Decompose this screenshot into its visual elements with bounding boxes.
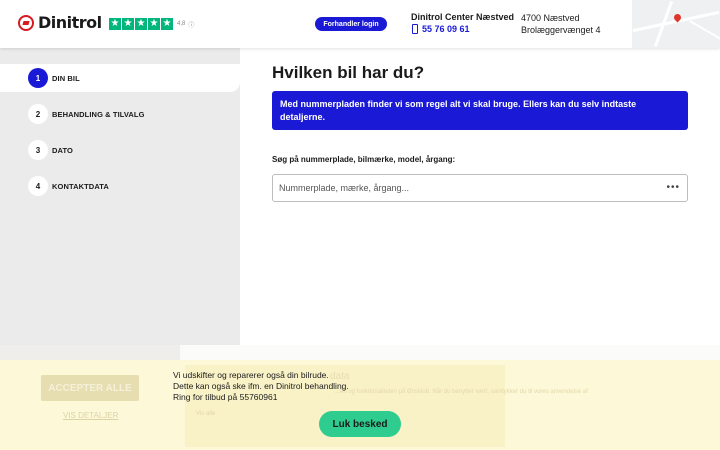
step-label: DIN BIL xyxy=(52,73,80,83)
site-header: Dinitrol ★ ★ ★ ★ ★ 4,8 ⓘ Forhandler logi… xyxy=(0,0,720,48)
message-line: Dette kan også ske ifm. en Dinitrol beha… xyxy=(173,381,349,391)
car-search-box[interactable]: ••• xyxy=(272,174,688,202)
dinitrol-logo[interactable]: Dinitrol xyxy=(18,13,102,32)
page-title: Hvilken bil har du? xyxy=(272,63,425,82)
show-details-link[interactable]: VIS DETALJER xyxy=(63,411,118,420)
step-number: 1 xyxy=(28,68,48,88)
center-address: 4700 Næstved Brolæggervænget 4 xyxy=(521,12,601,36)
announcement-message: Vi udskifter og reparerer også din bilru… xyxy=(173,370,349,403)
trustpilot-rating[interactable]: ★ ★ ★ ★ ★ 4,8 ⓘ xyxy=(109,18,194,30)
message-line: Ring for tilbud på 55760961 xyxy=(173,392,278,402)
show-all-link[interactable]: Vis alle xyxy=(196,411,215,417)
info-icon: ⓘ xyxy=(188,22,195,29)
step-label: KONTAKTDATA xyxy=(52,181,109,191)
step-number: 4 xyxy=(28,176,48,196)
step-label: BEHANDLING & TILVALG xyxy=(52,109,145,119)
more-options-icon[interactable]: ••• xyxy=(666,182,680,193)
step-dato[interactable]: 3 DATO xyxy=(28,140,73,160)
step-number: 2 xyxy=(28,104,48,124)
center-name: Dinitrol Center Næstved xyxy=(411,12,515,22)
car-search-input[interactable] xyxy=(273,175,653,201)
address-line2: Brolæggervænget 4 xyxy=(521,25,601,35)
step-din-bil[interactable]: 1 DIN BIL xyxy=(28,68,80,88)
search-label: Søg på nummerplade, bilmærke, model, årg… xyxy=(272,155,456,164)
step-behandling[interactable]: 2 BEHANDLING & TILVALG xyxy=(28,104,145,124)
address-line1: 4700 Næstved xyxy=(521,13,580,23)
phone-number: 55 76 09 61 xyxy=(422,24,470,34)
location-map[interactable] xyxy=(632,0,720,48)
star-icon: ★ xyxy=(135,18,147,30)
phone-link[interactable]: 55 76 09 61 xyxy=(412,24,470,34)
cookie-text: ...en og funktionaliteten på Ønsklub. Nå… xyxy=(335,389,588,395)
star-icon: ★ xyxy=(161,18,173,30)
step-kontaktdata[interactable]: 4 KONTAKTDATA xyxy=(28,176,109,196)
close-message-button[interactable]: Luk besked xyxy=(319,411,401,437)
dealer-login-button[interactable]: Forhandler login xyxy=(315,17,387,31)
step-number: 3 xyxy=(28,140,48,160)
star-icon: ★ xyxy=(148,18,160,30)
trust-score: 4,8 xyxy=(177,21,186,27)
message-line: Vi udskifter og reparerer også din bilru… xyxy=(173,370,329,380)
step-label: DATO xyxy=(52,145,73,155)
step-sidebar xyxy=(0,48,240,345)
star-icon: ★ xyxy=(122,18,134,30)
phone-icon xyxy=(412,24,418,34)
star-icon: ★ xyxy=(109,18,121,30)
accept-all-button[interactable]: ACCEPTER ALLE xyxy=(41,375,139,401)
dinitrol-logo-icon xyxy=(18,14,34,31)
info-banner: Med nummerpladen finder vi som regel alt… xyxy=(272,91,688,130)
brand-name: Dinitrol xyxy=(38,13,102,32)
